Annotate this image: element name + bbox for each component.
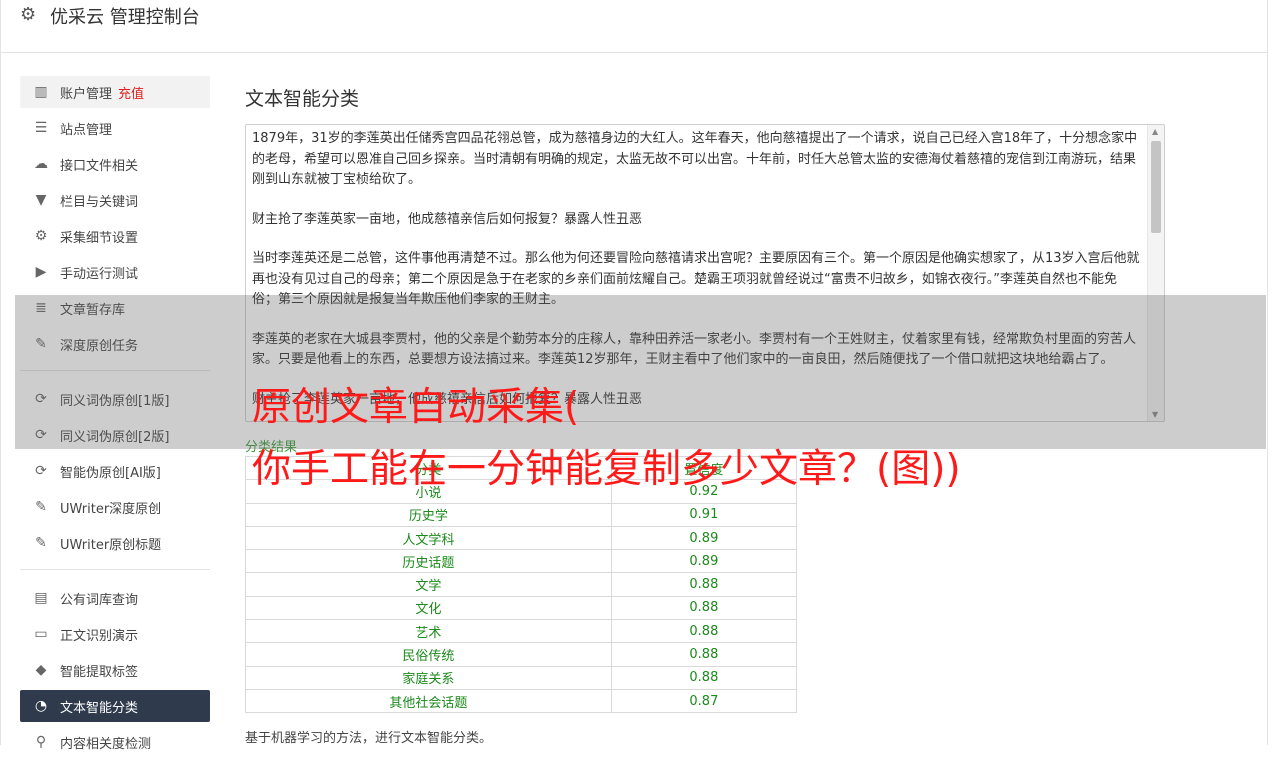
sidebar-item-ai-rewrite[interactable]: ⟳ 智能伪原创[AI版]: [20, 455, 210, 487]
confidence-cell: 0.87: [610, 688, 798, 714]
sidebar-item-label: 文本智能分类: [60, 700, 139, 716]
table-row: 艺术 0.88: [245, 619, 798, 644]
article-paragraph: 财主抢了李莲英家一亩地，他成慈禧亲信后如何报复？暴露人性丑恶: [252, 211, 643, 227]
article-paragraph: 1879年，31岁的李莲英出任储秀宫四品花翎总管，成为慈禧身边的大红人。这年春天…: [252, 131, 1138, 187]
sidebar-item-columns-keywords[interactable]: ▼ 栏目与关键词: [20, 184, 210, 216]
sidebar-item-label: 智能伪原创[AI版]: [60, 465, 161, 481]
sidebar-item-uwriter-title[interactable]: ✎ UWriter原创标题: [20, 527, 210, 559]
table-row: 人文学科 0.89: [245, 525, 798, 551]
app-title: 优采云 管理控制台: [50, 7, 200, 28]
confidence-cell: 0.88: [610, 665, 798, 690]
category-cell: 其他社会话题: [245, 688, 612, 714]
cloud-upload-icon: ☁: [34, 156, 48, 172]
sidebar-item-uwriter-deep[interactable]: ✎ UWriter深度原创: [20, 491, 210, 523]
sidebar-item-label: 正文识别演示: [60, 628, 139, 644]
monitor-icon: ▭: [34, 626, 48, 642]
method-note: 基于机器学习的方法，进行文本智能分类。: [245, 731, 493, 746]
category-cell: 文学: [245, 572, 612, 597]
refresh-icon: ⟳: [35, 463, 47, 479]
sidebar-item-text-recognition[interactable]: ▭ 正文识别演示: [20, 618, 210, 650]
confidence-cell: 0.88: [610, 572, 798, 597]
confidence-cell: 0.89: [610, 525, 798, 551]
table-row: 其他社会话题 0.87: [245, 688, 798, 714]
sidebar-item-label: 接口文件相关: [60, 158, 139, 174]
play-icon: ▶: [35, 264, 47, 280]
table-row: 文学 0.88: [245, 572, 798, 597]
sidebar-item-label: 内容相关度检测: [60, 736, 152, 752]
sidebar-item-label: 栏目与关键词: [60, 194, 139, 210]
sidebar-item-account[interactable]: ▥ 账户管理 充值: [20, 76, 210, 108]
sidebar-item-label: 采集细节设置: [60, 230, 139, 246]
search-icon: ⚲: [35, 734, 47, 750]
sidebar-item-label: UWriter深度原创: [60, 501, 162, 517]
sidebar-item-label: 公有词库查询: [60, 592, 139, 608]
scroll-up-icon[interactable]: ▲: [1152, 127, 1158, 136]
sidebar-item-interface-files[interactable]: ☁ 接口文件相关: [20, 148, 210, 180]
sidebar-divider: [20, 569, 210, 570]
category-cell: 民俗传统: [245, 642, 612, 667]
sidebar-item-label: 账户管理: [60, 86, 113, 102]
category-cell: 历史学: [245, 502, 612, 527]
confidence-cell: 0.88: [610, 642, 798, 667]
sidebar-item-sites[interactable]: ☰ 站点管理: [20, 112, 210, 144]
table-row: 历史话题 0.89: [245, 549, 798, 574]
category-cell: 历史话题: [245, 549, 612, 574]
gears-icon: ⚙: [34, 228, 48, 244]
table-row: 历史学 0.91: [245, 502, 798, 527]
edit-icon: ✎: [35, 535, 47, 551]
confidence-cell: 0.89: [610, 549, 798, 574]
table-row: 民俗传统 0.88: [245, 642, 798, 667]
category-cell: 文化: [245, 595, 612, 621]
sidebar-item-smart-tags[interactable]: ◆ 智能提取标签: [20, 654, 210, 686]
gear-icon[interactable]: ⚙: [20, 4, 36, 25]
filter-icon: ▼: [35, 192, 47, 208]
gray-overlay-banner: [15, 295, 1266, 449]
classification-table: 分类 置信度 小说 0.92 历史学 0.91 人文学科 0.89 历史话题 0.89 …: [245, 455, 798, 714]
server-icon: ☰: [34, 120, 48, 136]
table-row: 文化 0.88: [245, 595, 798, 621]
sidebar-item-text-classification[interactable]: ◔ 文本智能分类: [20, 690, 210, 722]
confidence-cell: 0.88: [610, 595, 798, 621]
top-header: ⚙ 优采云 管理控制台: [0, 0, 1268, 53]
sidebar-item-label: UWriter原创标题: [60, 537, 162, 553]
tag-icon: ◆: [35, 662, 47, 678]
recharge-link[interactable]: 充值: [118, 83, 144, 102]
sidebar-item-public-dictionary[interactable]: ▤ 公有词库查询: [20, 582, 210, 614]
category-cell: 艺术: [245, 619, 612, 644]
sidebar-item-label: 手动运行测试: [60, 266, 139, 282]
right-border: [1267, 0, 1268, 745]
sidebar-item-label: 站点管理: [60, 122, 113, 138]
pie-chart-icon: ◔: [34, 698, 48, 714]
page-title: 文本智能分类: [245, 88, 360, 110]
sidebar-item-collect-settings[interactable]: ⚙ 采集细节设置: [20, 220, 210, 252]
category-cell: 人文学科: [245, 525, 612, 551]
overlay-headline-line1: 原创文章自动采集(: [252, 385, 580, 430]
left-border: [0, 0, 1, 745]
book-icon: ▤: [34, 590, 48, 606]
table-row: 家庭关系 0.88: [245, 665, 798, 690]
bar-chart-icon: ▥: [34, 84, 48, 100]
confidence-cell: 0.91: [610, 502, 798, 527]
scrollbar-thumb[interactable]: [1151, 141, 1161, 233]
sidebar-item-manual-run[interactable]: ▶ 手动运行测试: [20, 256, 210, 288]
sidebar-item-label: 智能提取标签: [60, 664, 139, 680]
overlay-headline-line2: 你手工能在一分钟能复制多少文章？(图)): [252, 447, 961, 492]
edit-icon: ✎: [35, 499, 47, 515]
confidence-cell: 0.88: [610, 619, 798, 644]
sidebar-item-relevance-check[interactable]: ⚲ 内容相关度检测: [20, 726, 210, 758]
category-cell: 家庭关系: [245, 665, 612, 690]
